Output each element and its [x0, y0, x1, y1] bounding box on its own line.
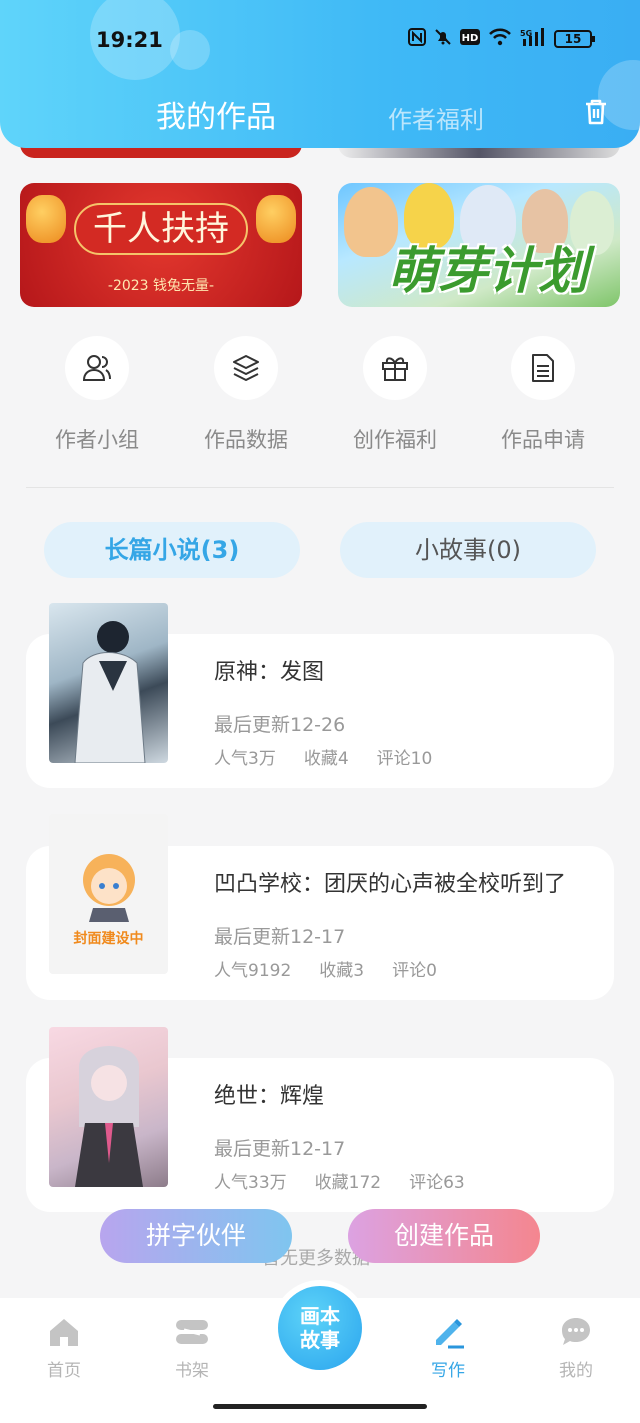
quick-creation-welfare[interactable]: 创作福利	[345, 336, 445, 454]
work-cover[interactable]	[49, 603, 168, 763]
work-comments: 评论63	[409, 1173, 465, 1193]
work-updated: 最后更新12-17	[214, 926, 346, 948]
work-title: 绝世：辉煌	[214, 1084, 325, 1109]
quick-work-data[interactable]: 作品数据	[196, 336, 296, 454]
nav-write[interactable]: 写作	[408, 1314, 488, 1381]
battery-indicator: 15	[554, 30, 595, 48]
create-work-button[interactable]: 创建作品	[348, 1209, 540, 1263]
nav-home[interactable]: 首页	[24, 1314, 104, 1381]
work-comments: 评论10	[376, 749, 433, 769]
divider	[26, 487, 614, 488]
gift-icon	[363, 336, 427, 400]
banner-subtitle: -2023 钱兔无量-	[107, 278, 215, 294]
hd-icon: HD	[460, 29, 480, 49]
nfc-icon	[408, 28, 426, 50]
picture-story-button[interactable]: 画本故事	[278, 1286, 362, 1370]
work-favorites: 收藏4	[303, 749, 349, 769]
nav-label: 写作	[431, 1361, 465, 1381]
work-popularity: 人气33万	[214, 1173, 287, 1193]
quick-label: 创作福利	[353, 428, 437, 452]
lantern-icon	[256, 195, 296, 243]
work-stats: 人气33万 收藏172 评论63	[214, 1168, 493, 1193]
work-stats: 人气3万 收藏4 评论10	[214, 744, 460, 769]
layers-icon	[214, 336, 278, 400]
work-popularity: 人气3万	[214, 749, 276, 769]
banner-title: 千人扶持	[74, 203, 248, 255]
work-cover[interactable]: 封面建设中	[49, 814, 168, 974]
word-partner-button[interactable]: 拼字伙伴	[100, 1209, 292, 1263]
tab-author-welfare[interactable]: 作者福利	[388, 100, 484, 135]
banner-thousand-support[interactable]: 千人扶持 -2023 钱兔无量-	[20, 183, 302, 307]
nav-label: 我的	[559, 1361, 593, 1381]
nav-label: 书架	[175, 1361, 209, 1381]
trash-icon[interactable]	[580, 96, 612, 128]
work-stats: 人气9192 收藏3 评论0	[214, 956, 465, 981]
svg-text:HD: HD	[462, 33, 479, 44]
tab-long-novels[interactable]: 长篇小说(3)	[44, 522, 300, 578]
home-icon	[46, 1314, 82, 1350]
work-updated: 最后更新12-17	[214, 1138, 346, 1160]
banner-title: 萌芽计划	[388, 242, 588, 300]
work-updated: 最后更新12-26	[214, 714, 346, 736]
work-favorites: 收藏3	[319, 961, 365, 981]
status-icons: HD 5G 15	[408, 28, 595, 50]
work-popularity: 人气9192	[214, 961, 292, 981]
nav-label: 首页	[47, 1361, 81, 1381]
nav-bookshelf[interactable]: 书架	[152, 1314, 232, 1381]
work-cover[interactable]	[49, 1027, 168, 1187]
work-title: 凹凸学校：团厌的心声被全校听到了	[214, 872, 567, 897]
quick-label: 作品数据	[204, 428, 288, 452]
nav-picture-story[interactable]: 画本故事	[272, 1280, 368, 1376]
quick-label: 作品申请	[501, 428, 585, 452]
tab-short-stories[interactable]: 小故事(0)	[340, 522, 596, 578]
status-bar: 19:21 HD 5G 15	[0, 24, 640, 58]
quick-label: 作者小组	[55, 428, 139, 452]
banner-sprout-plan[interactable]: 萌芽计划	[338, 183, 620, 307]
work-title: 原神：发图	[214, 660, 325, 685]
work-favorites: 收藏172	[314, 1173, 382, 1193]
status-time: 19:21	[96, 28, 163, 52]
mute-bell-icon	[434, 28, 452, 50]
tab-my-works[interactable]: 我的作品	[156, 92, 276, 136]
quick-author-group[interactable]: 作者小组	[47, 336, 147, 454]
cover-placeholder-text: 封面建设中	[73, 931, 144, 947]
users-icon	[65, 336, 129, 400]
document-icon	[511, 336, 575, 400]
lantern-icon	[26, 195, 66, 243]
pen-icon	[430, 1314, 466, 1350]
app-header: 19:21 HD 5G 15 我的作品 作者福利	[0, 0, 640, 148]
signal-5g-icon: 5G	[520, 28, 546, 50]
quick-work-application[interactable]: 作品申请	[493, 336, 593, 454]
bookshelf-icon	[174, 1314, 210, 1350]
wifi-icon	[488, 28, 512, 50]
nav-mine[interactable]: 我的	[536, 1314, 616, 1381]
home-indicator[interactable]	[213, 1404, 427, 1409]
chat-icon	[558, 1314, 594, 1350]
work-comments: 评论0	[392, 961, 437, 981]
